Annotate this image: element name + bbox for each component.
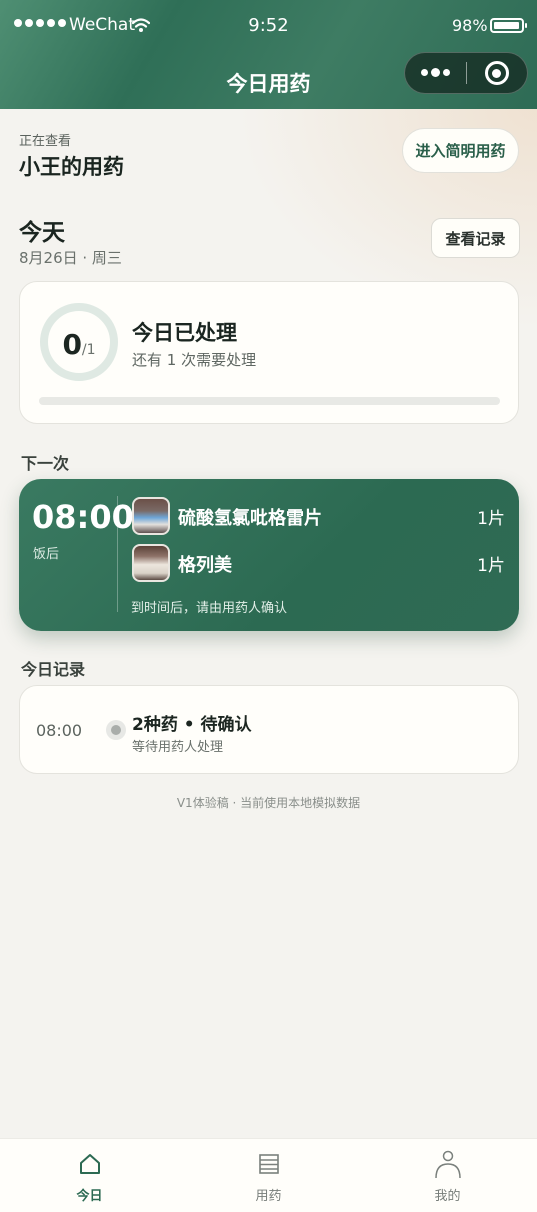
viewing-user-name: 小王的用药 [19,155,124,179]
viewing-label: 正在查看 [19,134,72,149]
navigation-bar: WeChat 9:52 98% 今日用药 [0,0,537,109]
battery-percent: 98% [452,16,488,35]
record-time: 08:00 [36,721,83,740]
progress-card: 0/1 今日已处理 还有 1 次需要处理 [19,281,519,424]
tab-profile[interactable]: 我的 [358,1139,537,1212]
progress-bar [39,397,500,405]
tab-label: 我的 [434,1189,461,1204]
miniprogram-capsule [404,52,528,94]
tab-label: 用药 [255,1189,282,1204]
more-dots-icon[interactable] [405,68,466,77]
record-title: 2种药 • 待确认 [132,715,252,735]
tab-today[interactable]: 今日 [0,1139,179,1212]
today-heading: 今天 [19,220,65,246]
tab-label: 今日 [76,1189,103,1204]
medicine-photo [132,497,170,535]
tab-medications[interactable]: 用药 [179,1139,358,1212]
record-subtitle: 等待用药人处理 [132,740,224,755]
footnote: V1体验稿 · 当前使用本地模拟数据 [176,796,361,810]
med-qty: 1片 [477,556,505,576]
med-row[interactable]: 硫酸氢氯吡格雷片 1片 [131,496,507,536]
med-name: 硫酸氢氯吡格雷片 [178,508,322,529]
miniprogram-close-icon[interactable] [467,61,527,85]
battery-icon [490,18,527,33]
medicine-photo [132,544,170,582]
next-section-label: 下一次 [21,454,70,473]
med-qty: 1片 [477,509,505,529]
status-bar: WeChat 9:52 98% [0,0,537,52]
next-dose-note: 到时间后，请由用药人确认 [131,601,288,616]
today-date: 8月26日 · 周三 [19,249,122,267]
list-icon [258,1154,279,1174]
pending-status-icon [106,720,126,740]
next-card-divider [117,496,118,612]
view-records-button[interactable]: 查看记录 [431,218,520,258]
progress-ring: 0/1 [40,303,118,381]
next-dose-time: 08:00 [32,498,134,536]
record-item[interactable]: 08:00 2种药 • 待确认 等待用药人处理 [19,685,519,774]
home-icon [79,1154,100,1174]
progress-done-count: 0 [62,328,82,361]
user-icon [434,1150,461,1179]
tab-bar: 今日 用药 我的 [0,1138,537,1212]
next-dose-card[interactable]: 08:00 饭后 硫酸氢氯吡格雷片 1片 格列美 1片 到时间后，请由用药人确认 [19,479,519,631]
med-row[interactable]: 格列美 1片 [131,543,507,583]
progress-total-count: /1 [81,342,96,358]
med-name: 格列美 [178,555,232,576]
progress-title: 今日已处理 [132,321,237,345]
simple-mode-button[interactable]: 进入简明用药 [402,128,519,173]
records-section-label: 今日记录 [21,660,86,679]
next-dose-meal: 饭后 [33,547,60,562]
progress-subtitle: 还有 1 次需要处理 [132,351,257,369]
